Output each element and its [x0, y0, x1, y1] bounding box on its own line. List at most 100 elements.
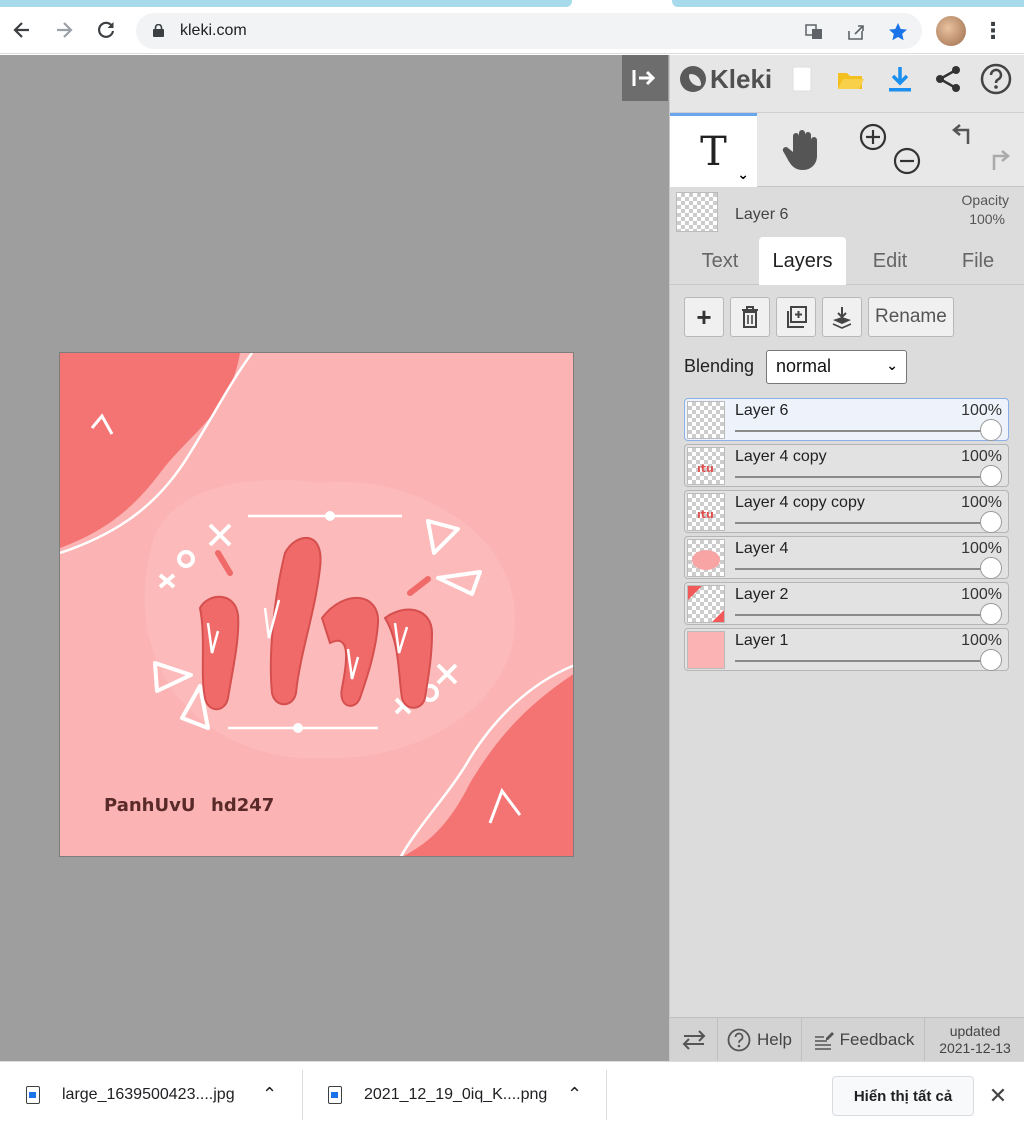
forward-button[interactable] — [48, 14, 80, 46]
help-label: Help — [757, 1030, 792, 1049]
tab-edit[interactable]: Edit — [850, 237, 930, 285]
layer-opacity-slider[interactable] — [735, 568, 992, 570]
download-item[interactable]: 2021_12_19_0iq_K....png — [328, 1062, 547, 1127]
download-icon — [889, 67, 911, 92]
close-icon[interactable]: ✕ — [984, 1082, 1012, 1110]
save-button[interactable] — [882, 61, 918, 97]
layer-opacity: 100% — [961, 494, 1002, 511]
zoom-in-icon[interactable] — [859, 123, 887, 151]
reload-button[interactable] — [90, 14, 122, 46]
plus-icon: + — [696, 301, 712, 332]
layer-opacity-slider[interactable] — [735, 430, 992, 432]
layer-actions: + Rename — [684, 297, 954, 337]
svg-text:ıtu: ıtu — [697, 462, 714, 475]
trash-icon — [742, 306, 758, 328]
help-button[interactable] — [978, 61, 1014, 97]
updated-info: updated 2021-12-13 — [925, 1018, 1024, 1062]
slider-knob[interactable] — [980, 511, 1002, 533]
layer-opacity-slider[interactable] — [735, 522, 992, 524]
bookmark-star-icon[interactable] — [886, 20, 910, 44]
zoom-tool — [845, 113, 933, 187]
layer-row[interactable]: ıtu Layer 4 copy copy 100% — [684, 490, 1009, 533]
feedback-icon — [814, 1032, 834, 1050]
merge-layer-button[interactable] — [822, 297, 862, 337]
hand-tool[interactable] — [757, 113, 845, 187]
collapse-panel-button[interactable] — [622, 55, 668, 101]
layer-thumbnail: ıtu — [687, 447, 725, 485]
kleki-logo-icon — [680, 66, 706, 92]
help-link[interactable]: Help — [718, 1018, 802, 1062]
layer-opacity: 100% — [961, 448, 1002, 465]
add-layer-button[interactable]: + — [684, 297, 724, 337]
share-button[interactable] — [930, 61, 966, 97]
download-options-button[interactable]: ⌃ — [567, 1062, 582, 1127]
swap-icon — [682, 1030, 705, 1050]
download-item[interactable]: large_1639500423....jpg — [26, 1062, 235, 1127]
slider-knob[interactable] — [980, 557, 1002, 579]
panel-tabs: Text Layers Edit File — [670, 237, 1024, 285]
profile-avatar[interactable] — [936, 16, 966, 46]
blending-label: Blending — [684, 356, 755, 376]
opacity-label: Opacity — [961, 192, 1009, 208]
open-file-button[interactable] — [832, 61, 868, 97]
show-all-downloads-button[interactable]: Hiển thị tất cả — [832, 1076, 974, 1116]
more-menu-icon[interactable]: ⋮ — [982, 16, 1004, 46]
browser-toolbar: kleki.com ⋮ — [0, 8, 1024, 54]
tab-layers[interactable]: Layers — [759, 237, 846, 285]
new-page-icon — [792, 66, 812, 92]
question-icon — [980, 63, 1012, 95]
tool-panel: Kleki T ⌄ Layer 6 Opacity 100% Text Laye… — [669, 55, 1024, 1062]
layer-name: Layer 4 copy — [735, 448, 827, 465]
layer-row[interactable]: Layer 4 100% — [684, 536, 1009, 579]
kleki-logo[interactable]: Kleki — [680, 61, 772, 97]
drawing-canvas[interactable]: PanhUvU hd247 — [59, 352, 574, 857]
slider-knob[interactable] — [980, 465, 1002, 487]
panel-footer: Help Feedback updated 2021-12-13 — [670, 1017, 1024, 1062]
layer-row[interactable]: Layer 6 100% — [684, 398, 1009, 441]
rename-layer-button[interactable]: Rename — [868, 297, 954, 337]
layer-name: Layer 1 — [735, 632, 789, 649]
tab-file[interactable]: File — [938, 237, 1018, 285]
share-page-icon[interactable] — [844, 20, 868, 44]
swap-sides-button[interactable] — [670, 1018, 718, 1062]
layer-opacity-slider[interactable] — [735, 476, 992, 478]
duplicate-layer-button[interactable] — [776, 297, 816, 337]
layer-opacity-slider[interactable] — [735, 614, 992, 616]
translate-icon[interactable] — [802, 20, 826, 44]
chevron-down-icon[interactable]: ⌄ — [737, 166, 749, 183]
layer-opacity-slider[interactable] — [735, 660, 992, 662]
history-tool — [933, 113, 1024, 187]
layer-row[interactable]: Layer 1 100% — [684, 628, 1009, 671]
layer-row[interactable]: Layer 2 100% — [684, 582, 1009, 625]
zoom-out-icon[interactable] — [893, 147, 921, 175]
tab-text[interactable]: Text — [680, 237, 760, 285]
layer-thumbnail — [687, 585, 725, 623]
download-options-button[interactable]: ⌃ — [262, 1062, 277, 1127]
folder-icon — [838, 73, 864, 89]
layer-opacity: 100% — [961, 632, 1002, 649]
layer-row[interactable]: ıtu Layer 4 copy 100% — [684, 444, 1009, 487]
redo-icon[interactable] — [983, 147, 1011, 175]
layer-thumbnail — [687, 631, 725, 669]
kleki-app: PanhUvU hd247 Kleki T ⌄ Layer 6 Opacity … — [0, 55, 1024, 1062]
text-tool[interactable]: T ⌄ — [670, 113, 757, 187]
current-layer-strip: Layer 6 Opacity 100% — [670, 187, 1024, 237]
slider-knob[interactable] — [980, 603, 1002, 625]
arrow-right-icon — [57, 22, 73, 38]
delete-layer-button[interactable] — [730, 297, 770, 337]
browser-tab[interactable] — [672, 0, 1024, 7]
feedback-link[interactable]: Feedback — [802, 1018, 925, 1062]
lock-icon — [153, 24, 164, 37]
layer-opacity: 100% — [961, 540, 1002, 557]
slider-knob[interactable] — [980, 649, 1002, 671]
slider-knob[interactable] — [980, 419, 1002, 441]
new-file-button[interactable] — [784, 61, 820, 97]
reload-icon — [98, 21, 115, 38]
blending-select[interactable]: normal ⌄ — [766, 350, 907, 384]
browser-tab[interactable] — [0, 0, 572, 7]
blending-value: normal — [776, 356, 832, 376]
panel-header: Kleki — [670, 55, 1024, 113]
address-bar[interactable]: kleki.com — [136, 13, 922, 49]
back-button[interactable] — [6, 14, 38, 46]
undo-icon[interactable] — [951, 121, 979, 149]
